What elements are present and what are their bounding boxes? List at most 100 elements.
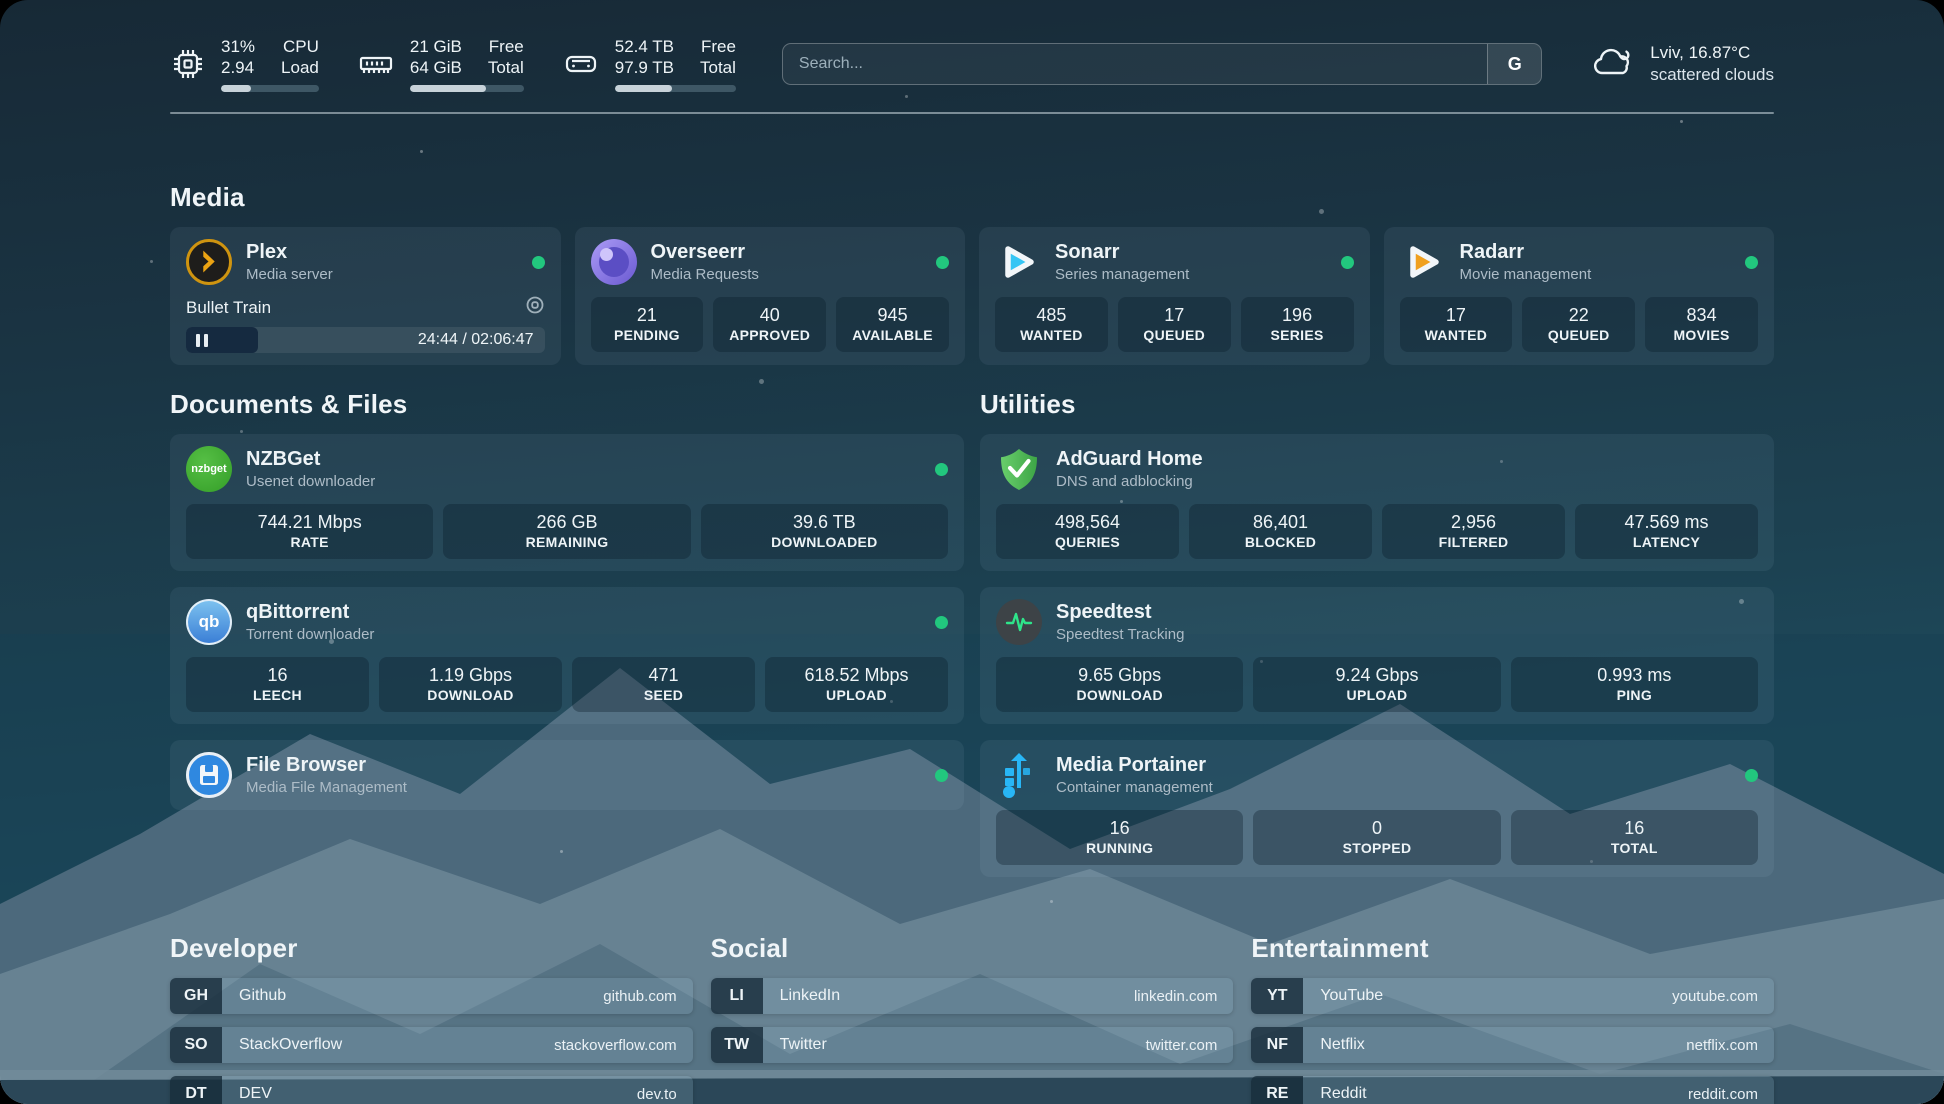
weather-location-temp: Lviv, 16.87°C <box>1650 42 1774 64</box>
stat-ping: 0.993 ms PING <box>1511 657 1758 712</box>
bookmark-row-reddit[interactable]: RE Reddit reddit.com <box>1251 1076 1774 1104</box>
section-title-social: Social <box>711 933 1234 964</box>
bookmark-url: youtube.com <box>1672 978 1774 1014</box>
stat-filtered: 2,956 FILTERED <box>1382 504 1565 559</box>
bookmark-row-github[interactable]: GH Github github.com <box>170 978 693 1014</box>
service-card-filebrowser[interactable]: File Browser Media File Management <box>170 740 964 810</box>
service-card-radarr[interactable]: Radarr Movie management 17 WANTED 22 QUE… <box>1384 227 1775 365</box>
service-subtitle: Media server <box>246 265 333 284</box>
service-card-overseerr[interactable]: Overseerr Media Requests 21 PENDING 40 A… <box>575 227 966 365</box>
service-card-sonarr[interactable]: Sonarr Series management 485 WANTED 17 Q… <box>979 227 1370 365</box>
header-divider <box>170 112 1774 114</box>
session-icon[interactable] <box>525 295 545 320</box>
service-card-speedtest[interactable]: Speedtest Speedtest Tracking 9.65 Gbps D… <box>980 587 1774 724</box>
cpu-label: CPU <box>281 36 319 57</box>
playback-time: 24:44 / 02:06:47 <box>418 331 545 349</box>
media-grid: Plex Media server Bullet Train <box>170 227 1774 365</box>
adguard-icon <box>996 446 1042 492</box>
service-title: File Browser <box>246 753 407 777</box>
plex-icon <box>186 239 232 285</box>
disk-free-label: Free <box>700 36 736 57</box>
radarr-icon <box>1400 239 1446 285</box>
stat-leech: 16 LEECH <box>186 657 369 712</box>
stat-stopped: 0 STOPPED <box>1253 810 1500 865</box>
service-subtitle: Series management <box>1055 265 1189 284</box>
service-subtitle: DNS and adblocking <box>1056 472 1203 491</box>
memory-free-value: 21 GiB <box>410 36 462 57</box>
service-card-qbittorrent[interactable]: qb qBittorrent Torrent downloader 16 LEE… <box>170 587 964 724</box>
service-card-portainer[interactable]: Media Portainer Container management 16 … <box>980 740 1774 877</box>
service-subtitle: Movie management <box>1460 265 1592 284</box>
bookmark-abbr: NF <box>1251 1027 1303 1063</box>
bookmark-name: Twitter <box>763 1027 827 1063</box>
service-subtitle: Speedtest Tracking <box>1056 625 1184 644</box>
nzbget-icon: nzbget <box>186 446 232 492</box>
now-playing-title: Bullet Train <box>186 298 271 318</box>
stat-upload: 9.24 Gbps UPLOAD <box>1253 657 1500 712</box>
stat-wanted: 485 WANTED <box>995 297 1108 352</box>
bookmark-row-youtube[interactable]: YT YouTube youtube.com <box>1251 978 1774 1014</box>
service-card-adguard[interactable]: AdGuard Home DNS and adblocking 498,564 … <box>980 434 1774 571</box>
service-title: Radarr <box>1460 240 1592 264</box>
bookmark-url: linkedin.com <box>1134 978 1233 1014</box>
sonarr-icon <box>995 239 1041 285</box>
memory-progress-bar <box>410 85 524 92</box>
service-title: Overseerr <box>651 240 759 264</box>
bookmark-row-stackoverflow[interactable]: SO StackOverflow stackoverflow.com <box>170 1027 693 1063</box>
status-online-dot <box>1745 769 1758 782</box>
weather-widget: Lviv, 16.87°C scattered clouds <box>1590 42 1774 87</box>
stat-queued: 17 QUEUED <box>1118 297 1231 352</box>
status-online-dot <box>1341 256 1354 269</box>
bookmark-url: twitter.com <box>1146 1027 1234 1063</box>
service-title: qBittorrent <box>246 600 374 624</box>
section-title-media: Media <box>170 182 1774 213</box>
service-title: AdGuard Home <box>1056 447 1203 471</box>
service-title: NZBGet <box>246 447 375 471</box>
bookmark-abbr: TW <box>711 1027 763 1063</box>
bookmark-row-dev[interactable]: DT DEV dev.to <box>170 1076 693 1104</box>
bookmark-row-netflix[interactable]: NF Netflix netflix.com <box>1251 1027 1774 1063</box>
cpu-progress-bar <box>221 85 319 92</box>
status-online-dot <box>935 616 948 629</box>
disk-progress-bar <box>615 85 736 92</box>
stat-pending: 21 PENDING <box>591 297 704 352</box>
playback-progress-bar: 24:44 / 02:06:47 <box>186 327 545 353</box>
search-input[interactable] <box>782 43 1542 85</box>
section-title-developer: Developer <box>170 933 693 964</box>
service-card-plex[interactable]: Plex Media server Bullet Train <box>170 227 561 365</box>
section-title-entertainment: Entertainment <box>1251 933 1774 964</box>
service-subtitle: Media Requests <box>651 265 759 284</box>
memory-free-label: Free <box>488 36 524 57</box>
bookmark-name: Github <box>222 978 286 1014</box>
bookmark-url: github.com <box>603 978 692 1014</box>
status-online-dot <box>935 463 948 476</box>
disk-total-value: 97.9 TB <box>615 57 674 78</box>
service-title: Media Portainer <box>1056 753 1213 777</box>
bookmark-abbr: RE <box>1251 1076 1303 1104</box>
stat-wanted: 17 WANTED <box>1400 297 1513 352</box>
cloud-icon <box>1590 42 1636 87</box>
section-title-documents: Documents & Files <box>170 389 964 420</box>
cpu-percent: 31% <box>221 36 255 57</box>
stat-total: 16 TOTAL <box>1511 810 1758 865</box>
stat-available: 945 AVAILABLE <box>836 297 949 352</box>
cpu-chip-icon <box>170 46 206 82</box>
cpu-widget: 31% 2.94 CPU Load <box>170 36 319 92</box>
service-title: Sonarr <box>1055 240 1189 264</box>
service-title: Plex <box>246 240 333 264</box>
bookmark-row-linkedin[interactable]: LI LinkedIn linkedin.com <box>711 978 1234 1014</box>
google-search-button[interactable]: G <box>1487 44 1541 84</box>
bookmark-row-twitter[interactable]: TW Twitter twitter.com <box>711 1027 1234 1063</box>
weather-condition: scattered clouds <box>1650 64 1774 86</box>
bookmark-abbr: DT <box>170 1076 222 1104</box>
stat-latency: 47.569 ms LATENCY <box>1575 504 1758 559</box>
stat-queued: 22 QUEUED <box>1522 297 1635 352</box>
disk-total-label: Total <box>700 57 736 78</box>
dashboard: 31% 2.94 CPU Load <box>0 0 1944 1104</box>
service-title: Speedtest <box>1056 600 1184 624</box>
stat-downloaded: 39.6 TB DOWNLOADED <box>701 504 948 559</box>
disk-widget: 52.4 TB 97.9 TB Free Total <box>562 36 736 92</box>
cpu-load-label: Load <box>281 57 319 78</box>
stat-remaining: 266 GB REMAINING <box>443 504 690 559</box>
service-card-nzbget[interactable]: nzbget NZBGet Usenet downloader 744.21 M… <box>170 434 964 571</box>
